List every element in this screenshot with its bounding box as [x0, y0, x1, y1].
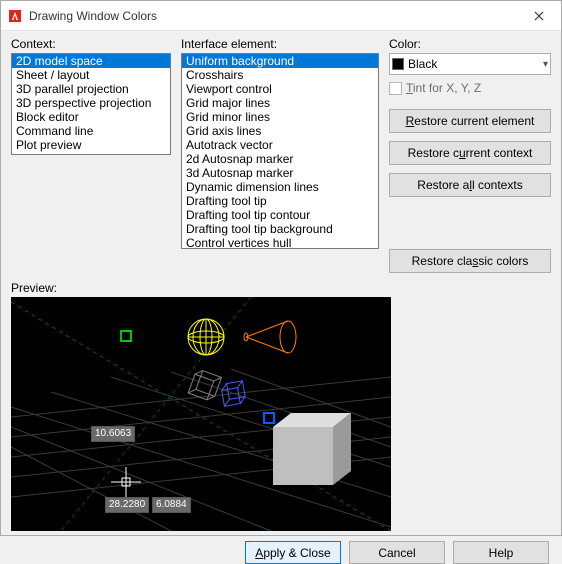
interface-item[interactable]: Autotrack vector — [182, 138, 378, 152]
footer: Apply & Close Cancel Help — [1, 541, 561, 564]
titlebar: Drawing Window Colors — [1, 1, 561, 31]
interface-item[interactable]: Drafting tool tip contour — [182, 208, 378, 222]
context-listbox[interactable]: 2D model spaceSheet / layout3D parallel … — [11, 53, 171, 155]
color-label: Color: — [389, 37, 551, 51]
interface-item[interactable]: Crosshairs — [182, 68, 378, 82]
interface-item[interactable]: 3d Autosnap marker — [182, 166, 378, 180]
color-value: Black — [408, 57, 539, 71]
interface-listbox[interactable]: Uniform backgroundCrosshairsViewport con… — [181, 53, 379, 249]
chevron-down-icon: ▾ — [543, 59, 548, 70]
tint-xyz-row: Tint for X, Y, Z — [389, 81, 551, 95]
interface-item[interactable]: Drafting tool tip background — [182, 222, 378, 236]
restore-current-element-button[interactable]: Restore current element — [389, 109, 551, 133]
interface-item[interactable]: Control vertices hull — [182, 236, 378, 249]
close-button[interactable] — [517, 1, 561, 31]
context-item[interactable]: Plot preview — [12, 138, 170, 152]
interface-item[interactable]: Drafting tool tip — [182, 194, 378, 208]
context-item[interactable]: Command line — [12, 124, 170, 138]
preview-dim-1: 10.6063 — [91, 426, 135, 442]
interface-item[interactable]: 2d Autosnap marker — [182, 152, 378, 166]
context-item[interactable]: Block editor — [12, 110, 170, 124]
interface-item[interactable]: Viewport control — [182, 82, 378, 96]
preview-dim-3: 6.0884 — [152, 497, 191, 513]
preview-viewport: 10.6063 28.2280 6.0884 — [11, 297, 391, 531]
app-icon — [7, 8, 23, 24]
interface-item[interactable]: Dynamic dimension lines — [182, 180, 378, 194]
interface-item[interactable]: Grid minor lines — [182, 110, 378, 124]
context-item[interactable]: Sheet / layout — [12, 68, 170, 82]
tint-xyz-label: Tint for X, Y, Z — [406, 81, 481, 95]
interface-item[interactable]: Grid major lines — [182, 96, 378, 110]
help-button[interactable]: Help — [453, 541, 549, 564]
color-swatch — [392, 58, 404, 70]
context-item[interactable]: 2D model space — [12, 54, 170, 68]
preview-label: Preview: — [11, 281, 551, 295]
tint-xyz-checkbox[interactable] — [389, 82, 402, 95]
window-title: Drawing Window Colors — [29, 9, 517, 23]
context-label: Context: — [11, 37, 171, 51]
color-dropdown[interactable]: Black ▾ — [389, 53, 551, 75]
dialog-drawing-window-colors: Drawing Window Colors Context: 2D model … — [0, 0, 562, 536]
preview-canvas — [11, 297, 391, 531]
restore-all-contexts-button[interactable]: Restore all contexts — [389, 173, 551, 197]
preview-dim-2: 28.2280 — [105, 497, 149, 513]
interface-item[interactable]: Grid axis lines — [182, 124, 378, 138]
interface-label: Interface element: — [181, 37, 379, 51]
context-item[interactable]: 3D perspective projection — [12, 96, 170, 110]
interface-item[interactable]: Uniform background — [182, 54, 378, 68]
content-area: Context: 2D model spaceSheet / layout3D … — [1, 31, 561, 541]
context-item[interactable]: 3D parallel projection — [12, 82, 170, 96]
restore-current-context-button[interactable]: Restore current context — [389, 141, 551, 165]
cancel-button[interactable]: Cancel — [349, 541, 445, 564]
restore-classic-colors-button[interactable]: Restore classic colors — [389, 249, 551, 273]
apply-close-button[interactable]: Apply & Close — [245, 541, 341, 564]
